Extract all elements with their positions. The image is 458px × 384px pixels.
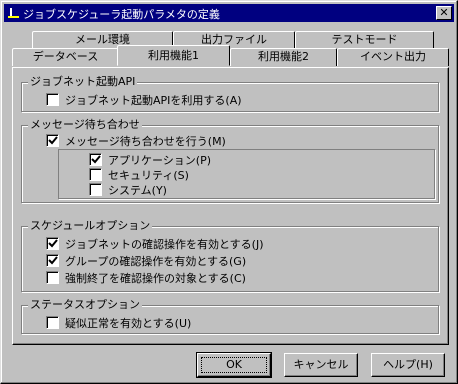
checkbox-box[interactable] [46, 316, 59, 329]
title-bar[interactable]: ジョブスケジューラ起動パラメタの定義 ✕ [4, 4, 454, 22]
checkbox-label: アプリケーション(P) [108, 154, 211, 167]
application-checkbox[interactable]: アプリケーション(P) [89, 153, 211, 167]
checkbox-label: ジョブネットの確認操作を有効とする(J) [65, 238, 264, 251]
tab-feature-2[interactable]: 利用機能2 [230, 48, 337, 66]
security-checkbox[interactable]: セキュリティ(S) [89, 168, 189, 182]
checkbox-box[interactable] [46, 237, 59, 250]
tab-label: 利用機能1 [148, 49, 199, 62]
tab-database[interactable]: データベース [12, 48, 119, 66]
checkbox-label: メッセージ待ち合わせを行う(M) [65, 135, 226, 148]
checkbox-box[interactable] [89, 183, 102, 196]
check-icon [48, 136, 58, 145]
window-title: ジョブスケジューラ起動パラメタの定義 [23, 8, 220, 21]
group-confirm-checkbox[interactable]: グループの確認操作を有効とする(G) [46, 254, 246, 268]
close-icon: ✕ [439, 6, 449, 19]
close-button[interactable]: ✕ [436, 6, 452, 20]
checkbox-box[interactable] [46, 93, 59, 106]
jobnet-api-group: ジョブネット起動API ジョブネット起動APIを利用する(A) [21, 75, 439, 112]
message-wait-checkbox[interactable]: メッセージ待ち合わせを行う(M) [46, 134, 226, 148]
group-title: メッセージ待ち合わせ [28, 118, 142, 132]
checkbox-box[interactable] [46, 254, 59, 267]
checkbox-label: ジョブネット起動APIを利用する(A) [65, 94, 242, 107]
system-checkbox[interactable]: システム(Y) [89, 183, 167, 197]
checkbox-label: 疑似正常を有効とする(U) [65, 317, 192, 330]
checkbox-label: グループの確認操作を有効とする(G) [65, 255, 247, 268]
schedule-option-group: スケジュールオプション ジョブネットの確認操作を有効とする(J) グループの確認… [21, 219, 439, 292]
checkbox-box[interactable] [89, 153, 102, 166]
use-jobnet-api-checkbox[interactable]: ジョブネット起動APIを利用する(A) [46, 93, 242, 107]
group-title: スケジュールオプション [28, 219, 153, 233]
app-icon [8, 8, 19, 18]
dialog-window: ジョブスケジューラ起動パラメタの定義 ✕ メール環境 出力ファイル テストモード… [0, 0, 458, 384]
status-option-group: ステータスオプション 疑似正常を有効とする(U) [21, 298, 439, 334]
cancel-button[interactable]: キャンセル [284, 353, 358, 377]
checkbox-box[interactable] [46, 134, 59, 147]
group-title: ジョブネット起動API [28, 75, 138, 89]
message-type-box: アプリケーション(P) セキュリティ(S) システム(Y) [58, 149, 435, 199]
check-icon [48, 256, 58, 265]
checkbox-box[interactable] [89, 168, 102, 181]
tab-label: 利用機能2 [258, 50, 309, 63]
ok-button[interactable]: OK [196, 352, 272, 378]
tab-event-output[interactable]: イベント出力 [337, 48, 449, 66]
button-label: ヘルプ(H) [383, 358, 433, 371]
jobnet-confirm-checkbox[interactable]: ジョブネットの確認操作を有効とする(J) [46, 237, 264, 251]
group-title: ステータスオプション [28, 298, 142, 312]
pseudo-normal-checkbox[interactable]: 疑似正常を有効とする(U) [46, 316, 191, 330]
tab-label: データベース [32, 50, 99, 63]
checkbox-label: システム(Y) [108, 184, 167, 197]
check-icon [48, 239, 58, 248]
tab-feature-1[interactable]: 利用機能1 [117, 45, 230, 66]
help-button[interactable]: ヘルプ(H) [371, 353, 445, 377]
button-label: キャンセル [293, 358, 349, 371]
focus-rect [201, 357, 267, 373]
check-icon [91, 155, 101, 164]
checkbox-box[interactable] [46, 271, 59, 284]
tab-label: テストモード [331, 33, 398, 46]
tab-label: イベント出力 [360, 50, 426, 63]
tab-panel: ジョブネット起動API ジョブネット起動APIを利用する(A) メッセージ待ち合… [12, 67, 449, 345]
checkbox-label: 強制終了を確認操作の対象とする(C) [65, 272, 246, 285]
checkbox-label: セキュリティ(S) [108, 169, 189, 182]
tab-test-mode[interactable]: テストモード [295, 31, 434, 49]
force-stop-confirm-checkbox[interactable]: 強制終了を確認操作の対象とする(C) [46, 271, 246, 285]
message-wait-group: メッセージ待ち合わせ メッセージ待ち合わせを行う(M) アプリケーション(P) … [21, 118, 439, 203]
